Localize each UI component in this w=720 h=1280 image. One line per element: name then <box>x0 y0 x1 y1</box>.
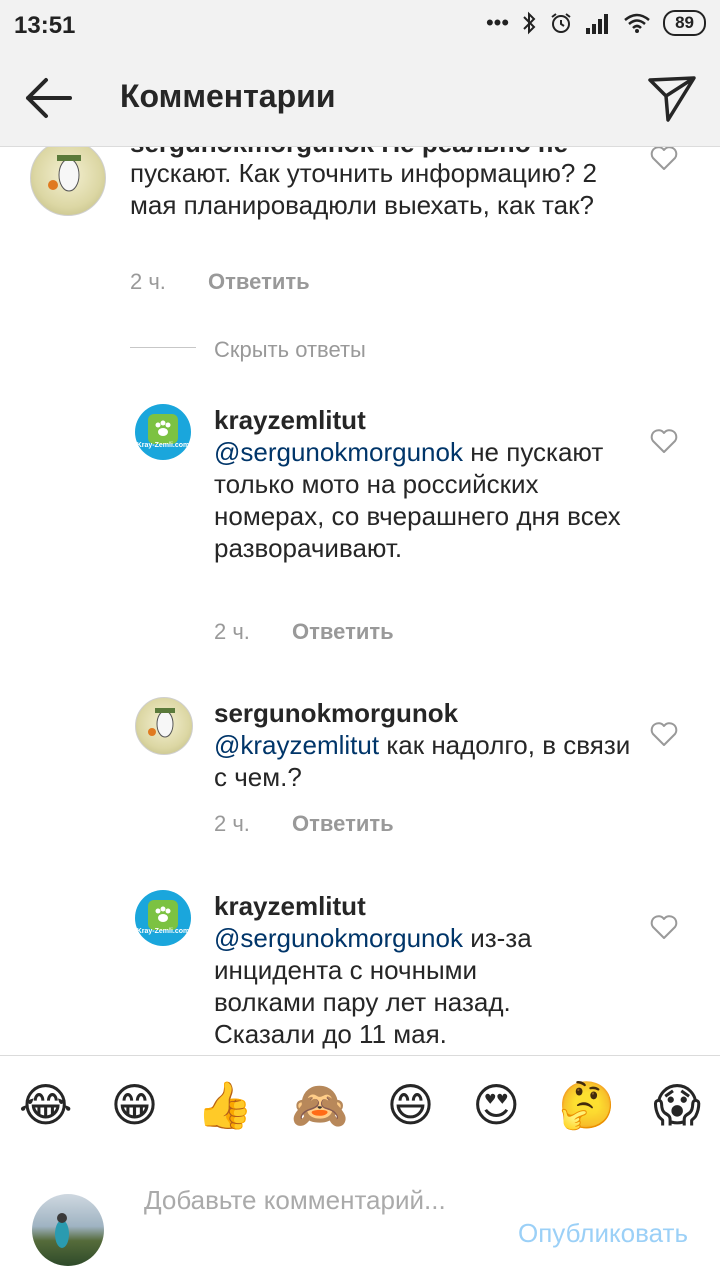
comment-time: 2 ч. <box>214 811 250 836</box>
like-heart-icon[interactable] <box>650 428 678 454</box>
send-direct-icon[interactable] <box>646 72 698 124</box>
like-heart-icon[interactable] <box>650 914 678 940</box>
comment-username[interactable]: krayzemlitut <box>214 404 634 436</box>
comment-time: 2 ч. <box>130 269 166 294</box>
avatar[interactable] <box>135 697 193 755</box>
emoji-tears-of-joy[interactable]: 😂 <box>19 1080 73 1130</box>
paw-logo-icon <box>148 414 178 444</box>
back-arrow-icon[interactable] <box>20 72 76 124</box>
reply-button[interactable]: Ответить <box>208 269 310 295</box>
avatar-logo-text: Kray-Zemli.com <box>136 442 190 449</box>
comment-body: krayzemlitut @sergunokmorgunok из-за инц… <box>214 890 554 1050</box>
comment-input[interactable] <box>144 1184 484 1256</box>
emoji-scream[interactable]: 😱 <box>653 1080 701 1130</box>
emoji-heart-eyes[interactable]: 😍 <box>472 1080 520 1130</box>
publish-button[interactable]: Опубликовать <box>518 1218 688 1249</box>
comment-body: sergunokmorgunok @krayzemlitut как надол… <box>214 697 634 793</box>
reply-button[interactable]: Ответить <box>292 619 394 645</box>
hide-replies-button[interactable]: Скрыть ответы <box>214 337 366 363</box>
comment-mention[interactable]: @sergunokmorgunok <box>214 923 463 953</box>
like-heart-icon[interactable] <box>650 147 678 171</box>
emoji-grin[interactable]: 😁 <box>110 1080 158 1130</box>
divider-line <box>130 347 196 348</box>
like-heart-icon[interactable] <box>650 721 678 747</box>
comment-input-bar: Опубликовать <box>0 1154 720 1280</box>
comment-mention[interactable]: @sergunokmorgunok <box>214 437 463 467</box>
battery-indicator: 89 <box>663 10 706 36</box>
my-avatar <box>32 1194 104 1266</box>
emoji-smile[interactable]: 😄 <box>386 1080 434 1130</box>
bunny-avatar-icon <box>148 708 175 738</box>
app-header: Комментарии <box>0 50 720 147</box>
comment-username[interactable]: sergunokmorgunok <box>214 697 634 729</box>
comment-body: krayzemlitut @sergunokmorgunok не пускаю… <box>214 404 634 564</box>
comment-time: 2 ч. <box>214 619 250 644</box>
alarm-icon <box>551 13 571 33</box>
profile-photo-icon <box>55 1213 69 1248</box>
status-icons: ••• 89 <box>486 10 706 36</box>
more-dots-icon: ••• <box>485 10 510 35</box>
avatar[interactable] <box>30 147 106 216</box>
emoji-quick-bar: 😂 😁 👍 🙈 😄 😍 🤔 😱 <box>0 1055 720 1155</box>
reply-button[interactable]: Ответить <box>292 811 394 837</box>
status-time: 13:51 <box>14 12 76 39</box>
bluetooth-icon <box>523 11 536 35</box>
comment-text: пускают. Как уточнить информацию? 2 мая … <box>130 158 597 220</box>
emoji-thinking[interactable]: 🤔 <box>558 1080 615 1130</box>
emoji-see-no-evil[interactable]: 🙈 <box>291 1080 348 1130</box>
comments-list[interactable]: sergunokmorgunok Не реально не пускают. … <box>0 147 720 1055</box>
status-bar: 13:51 ••• 89 <box>0 0 720 50</box>
wifi-icon <box>624 13 650 33</box>
avatar[interactable]: Kray-Zemli.com <box>135 890 191 946</box>
avatar-logo-text: Kray-Zemli.com <box>136 928 190 935</box>
page-title: Комментарии <box>120 78 336 114</box>
paw-logo-icon <box>148 900 178 930</box>
avatar[interactable]: Kray-Zemli.com <box>135 404 191 460</box>
emoji-thumbs-up[interactable]: 👍 <box>196 1080 253 1130</box>
comment-username[interactable]: krayzemlitut <box>214 890 554 922</box>
bunny-avatar-icon <box>48 155 81 192</box>
signal-icon <box>586 14 609 34</box>
comment-mention[interactable]: @krayzemlitut <box>214 730 379 760</box>
